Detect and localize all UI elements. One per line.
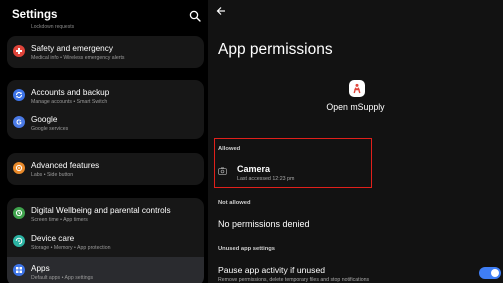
settings-item-title: Digital Wellbeing and parental controls <box>31 206 171 215</box>
partial-list-text: Lockdown requests <box>31 24 75 30</box>
search-icon[interactable] <box>189 10 201 22</box>
settings-item-apps[interactable]: Apps Default apps • App settings <box>7 257 204 283</box>
settings-item-subtitle: Screen time • App timers <box>31 216 88 223</box>
not-allowed-section-label: Not allowed <box>218 200 251 206</box>
settings-item-title: Google <box>31 115 58 124</box>
settings-item-subtitle: Labs • Side button <box>31 171 74 178</box>
settings-item-safety[interactable]: Safety and emergency Medical info • Wire… <box>7 39 204 65</box>
pause-app-activity-subtitle: Remove permissions, delete temporary fil… <box>218 277 370 283</box>
no-permissions-denied-text: No permissions denied <box>218 219 310 229</box>
gear-star-icon <box>13 162 25 174</box>
settings-item-subtitle: Default apps • App settings <box>31 274 94 281</box>
app-icon <box>349 80 365 97</box>
settings-group: Safety and emergency Medical info • Wire… <box>7 36 204 68</box>
permission-title: Camera <box>237 164 271 174</box>
svg-text:G: G <box>16 120 22 126</box>
wellbeing-icon <box>13 207 25 219</box>
settings-item-title: Accounts and backup <box>31 88 110 97</box>
apps-grid-icon <box>13 264 25 276</box>
settings-title: Settings <box>12 9 58 21</box>
settings-group: Accounts and backup Manage accounts • Sm… <box>7 80 204 139</box>
sync-icon <box>13 89 25 101</box>
device-care-icon <box>13 235 25 247</box>
page-title: App permissions <box>218 41 333 58</box>
settings-item-subtitle: Manage accounts • Smart Switch <box>31 98 108 105</box>
settings-item-digital-wellbeing[interactable]: Digital Wellbeing and parental controls … <box>7 201 204 227</box>
settings-item-title: Apps <box>31 264 50 273</box>
settings-item-device-care[interactable]: Device care Storage • Memory • App prote… <box>7 229 204 255</box>
settings-group: Digital Wellbeing and parental controls … <box>7 198 204 283</box>
pause-app-activity-title: Pause app activity if unused <box>218 265 326 275</box>
settings-group: Advanced features Labs • Side button <box>7 153 204 185</box>
settings-pane: Settings Lockdown requests Safety and em… <box>0 0 208 283</box>
settings-header: Settings <box>0 0 208 26</box>
settings-item-accounts[interactable]: Accounts and backup Manage accounts • Sm… <box>7 83 204 109</box>
settings-item-subtitle: Google services <box>31 125 69 132</box>
settings-item-title: Device care <box>31 234 75 243</box>
settings-item-google[interactable]: G Google Google services <box>7 110 204 136</box>
unused-app-settings-label: Unused app settings <box>218 246 276 252</box>
google-icon: G <box>13 116 25 128</box>
back-arrow-icon[interactable] <box>216 6 226 16</box>
pause-app-activity-toggle[interactable] <box>479 267 501 279</box>
safety-icon <box>13 45 25 57</box>
camera-icon <box>218 167 227 175</box>
settings-item-title: Safety and emergency <box>31 44 113 53</box>
settings-item-advanced[interactable]: Advanced features Labs • Side button <box>7 156 204 182</box>
app-name: Open mSupply <box>326 102 385 112</box>
permission-last-accessed: Last accessed 12:23 pm <box>237 176 295 182</box>
msupply-logo-icon <box>353 83 361 94</box>
settings-item-title: Advanced features <box>31 161 100 170</box>
settings-item-subtitle: Medical info • Wireless emergency alerts <box>31 54 125 61</box>
settings-item-subtitle: Storage • Memory • App protection <box>31 244 111 251</box>
toggle-knob <box>491 269 499 277</box>
app-permissions-pane: App permissions Open mSupply Allowed Cam… <box>208 0 503 283</box>
